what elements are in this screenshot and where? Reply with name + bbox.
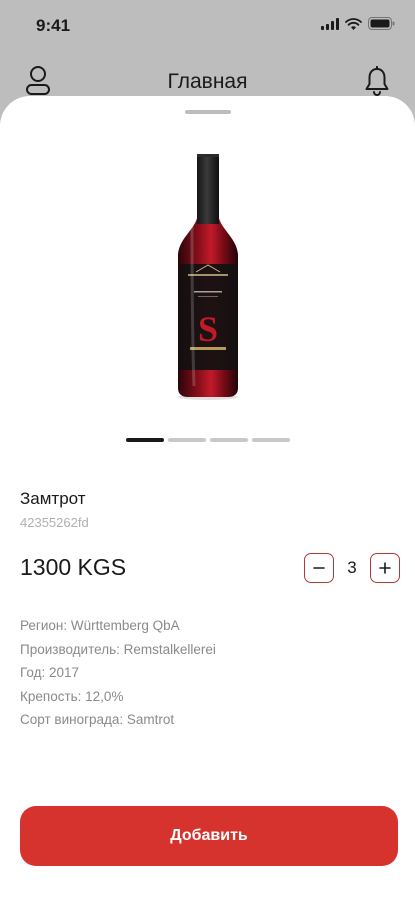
quantity-stepper: 3 bbox=[304, 553, 400, 583]
carousel-dot[interactable] bbox=[210, 438, 248, 442]
plus-icon bbox=[379, 562, 391, 574]
product-sku: 42355262fd bbox=[20, 515, 89, 530]
add-to-cart-button[interactable]: Добавить bbox=[20, 806, 398, 866]
spec-region: Регион: Württemberg QbA bbox=[20, 618, 180, 633]
decrease-quantity-button[interactable] bbox=[304, 553, 334, 583]
label-letter: S bbox=[198, 309, 218, 349]
carousel-dot[interactable] bbox=[252, 438, 290, 442]
wine-bottle: S bbox=[178, 154, 238, 400]
carousel-dot[interactable] bbox=[168, 438, 206, 442]
page-title: Главная bbox=[167, 70, 248, 93]
product-specs: Регион: Württemberg QbA Производитель: R… bbox=[20, 618, 216, 736]
quantity-value: 3 bbox=[347, 558, 357, 577]
spec-strength: Крепость: 12,0% bbox=[20, 688, 124, 704]
spec-producer: Производитель: Remstalkellerei bbox=[20, 641, 216, 657]
product-price: 1300 KGS bbox=[20, 554, 127, 580]
carousel-dot[interactable] bbox=[126, 438, 164, 442]
notifications-button[interactable] bbox=[359, 63, 395, 99]
sheet-grabber[interactable] bbox=[185, 110, 231, 114]
signal-icon bbox=[321, 17, 339, 30]
product-name: Замтрот bbox=[20, 489, 86, 508]
status-time: 9:41 bbox=[36, 16, 71, 35]
status-bar: 9:41 bbox=[0, 0, 415, 50]
battery-icon bbox=[368, 17, 395, 30]
wifi-icon bbox=[345, 17, 362, 30]
image-carousel-indicator bbox=[126, 438, 290, 442]
spec-grape: Сорт винограда: Samtrot bbox=[20, 712, 175, 727]
product-sheet: S Замтрот 42355262fd 1300 KGS 3 Регион: … bbox=[0, 96, 415, 900]
status-icons bbox=[321, 17, 395, 30]
increase-quantity-button[interactable] bbox=[370, 553, 400, 583]
minus-icon bbox=[313, 567, 325, 569]
product-image[interactable]: S bbox=[150, 150, 266, 400]
spec-year: Год: 2017 bbox=[20, 665, 80, 680]
bell-icon bbox=[365, 66, 389, 96]
